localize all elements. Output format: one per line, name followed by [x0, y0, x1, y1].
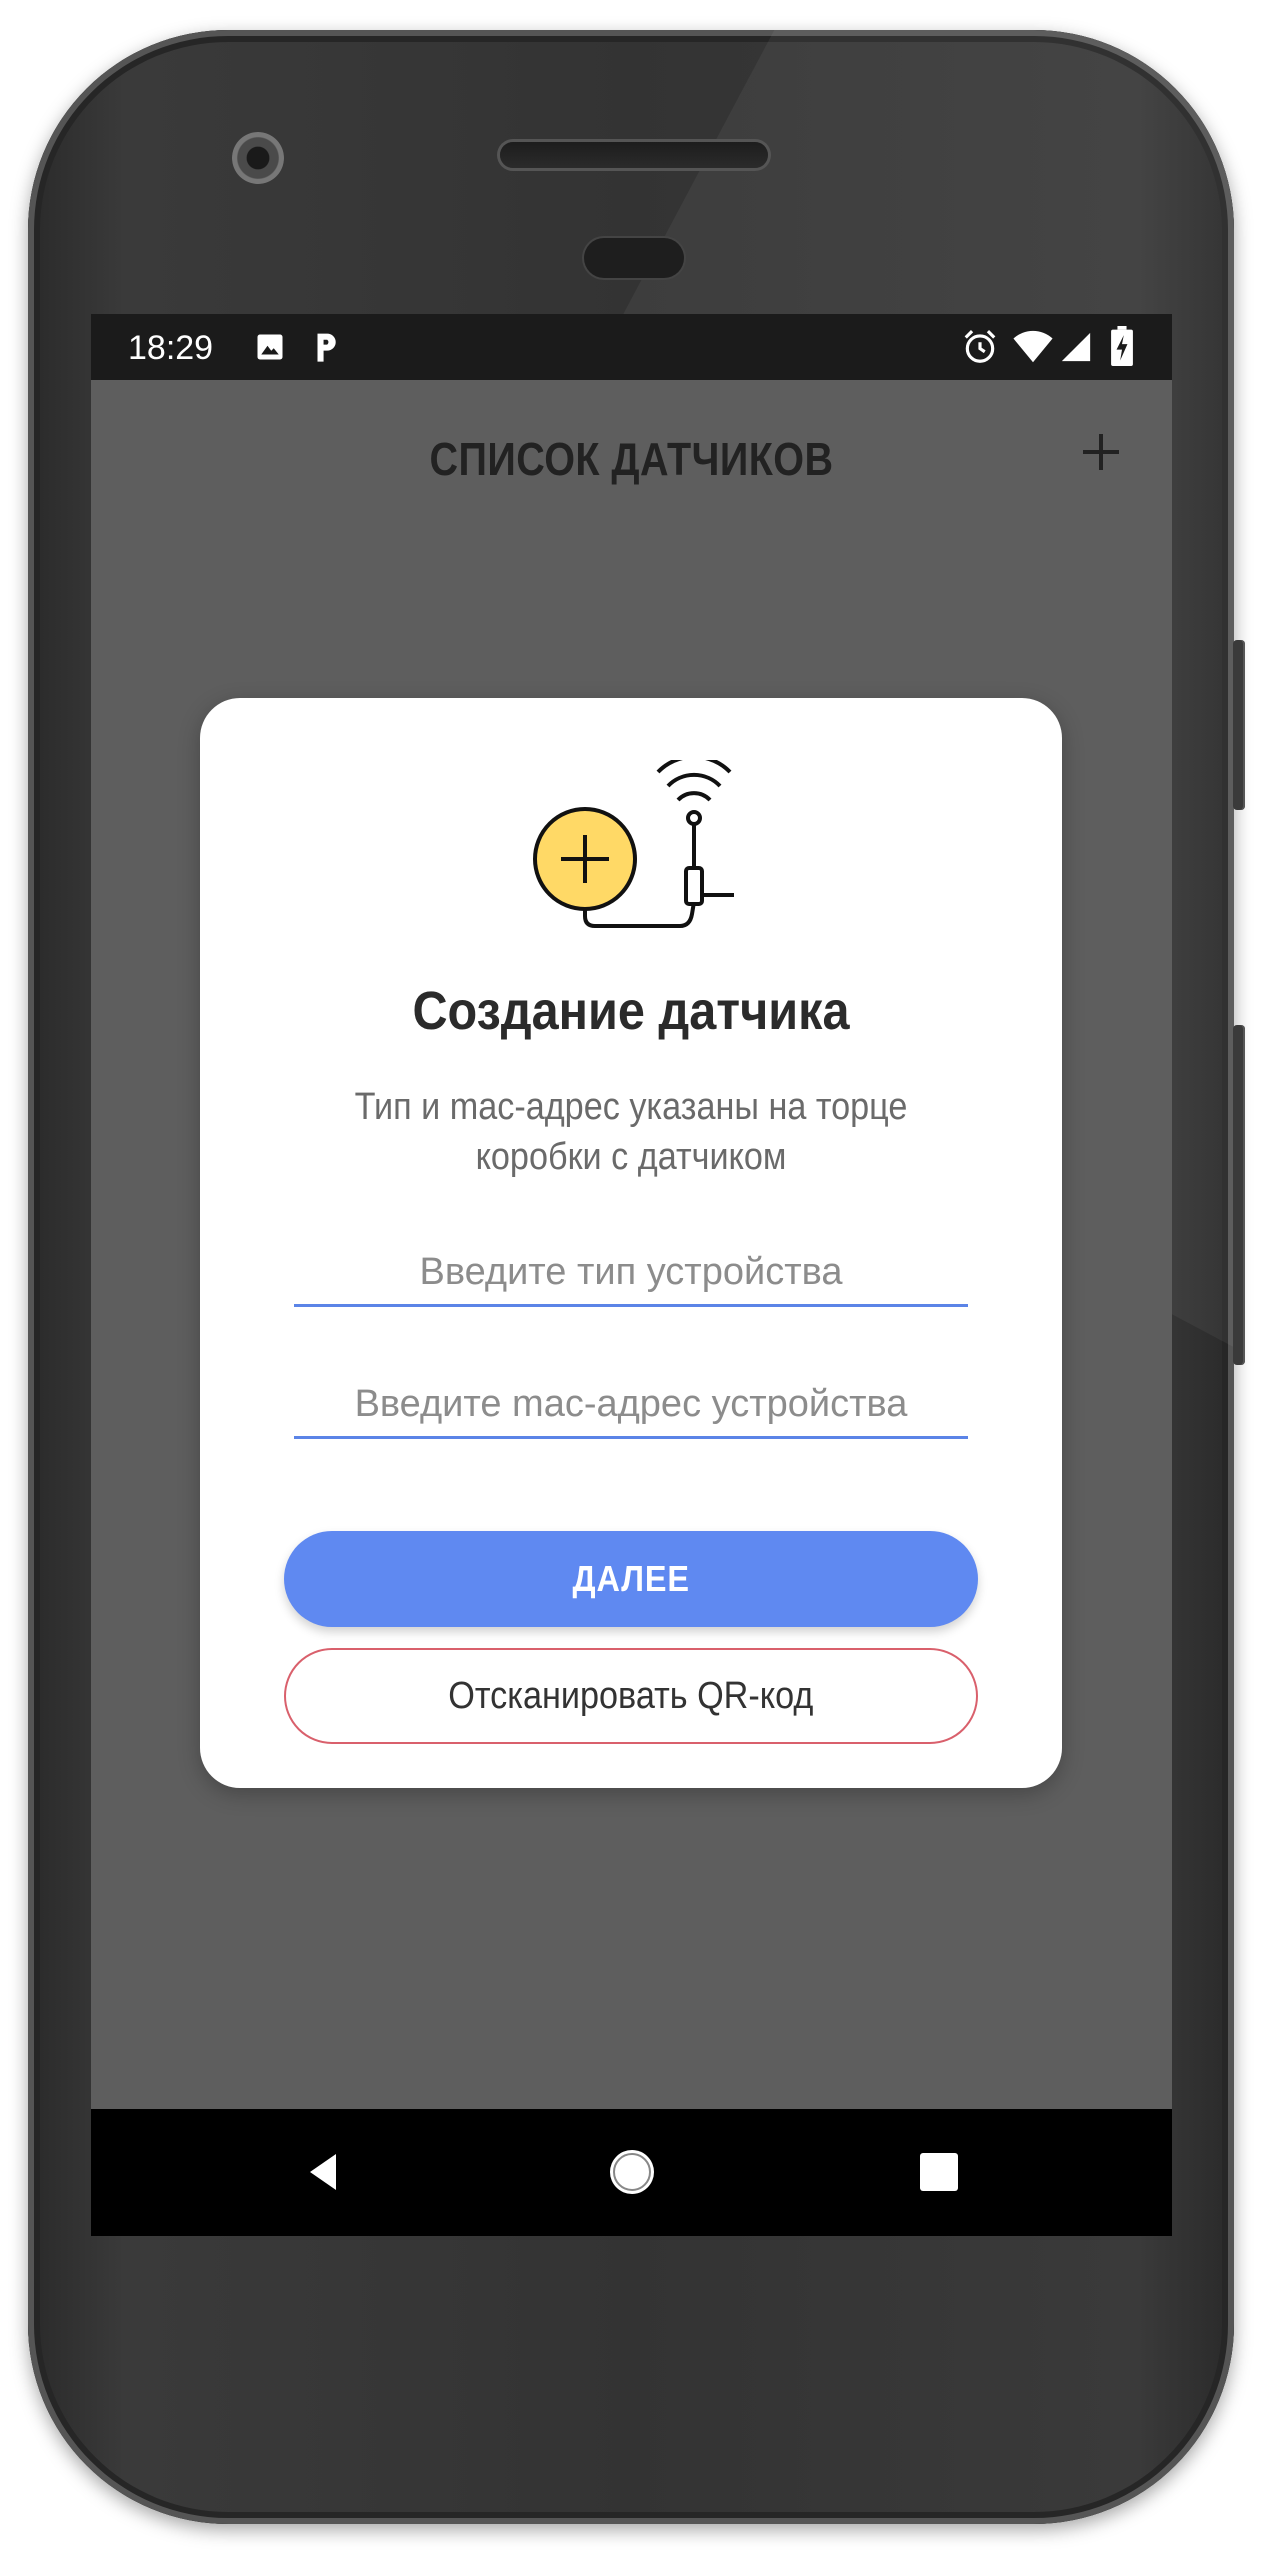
dialog-title: Создание датчика — [412, 981, 850, 1041]
back-icon[interactable] — [296, 2142, 356, 2202]
alarm-icon — [964, 330, 996, 363]
scan-qr-button-label: Отсканировать QR-код — [448, 1674, 814, 1717]
mac-address-input[interactable] — [294, 1372, 968, 1439]
next-button[interactable]: ДАЛЕЕ — [284, 1531, 978, 1627]
scan-qr-button[interactable]: Отсканировать QR-код — [284, 1648, 978, 1744]
image-icon — [257, 334, 283, 360]
navigation-bar — [91, 2109, 1172, 2236]
front-camera — [232, 132, 284, 184]
recents-icon[interactable] — [909, 2142, 969, 2202]
battery-charging-icon — [1111, 326, 1133, 366]
app-header: СПИСОК ДАТЧИКОВ — [91, 380, 1172, 530]
create-sensor-dialog: Создание датчика Тип и mac-адрес указаны… — [200, 698, 1062, 1788]
add-sensor-icon — [533, 760, 734, 928]
next-button-label: ДАЛЕЕ — [572, 1558, 690, 1599]
parking-icon — [317, 333, 336, 362]
add-sensor-button[interactable] — [1071, 422, 1131, 482]
volume-button — [1233, 1025, 1245, 1365]
power-button — [1233, 640, 1245, 810]
dialog-subtitle: Тип и mac-адрес указаны на торце коробки… — [354, 1086, 908, 1178]
proximity-sensor — [584, 238, 684, 278]
page-title: СПИСОК ДАТЧИКОВ — [429, 433, 834, 485]
device-screen: 18:29 СПИСОК ДАТЧИКОВ Создание датчика Т… — [91, 314, 1172, 2236]
status-time: 18:29 — [128, 329, 214, 367]
plus-icon — [1083, 434, 1119, 470]
signal-icon — [1061, 332, 1091, 362]
device-type-input[interactable] — [294, 1240, 968, 1307]
home-icon[interactable] — [602, 2142, 662, 2202]
earpiece-speaker — [500, 142, 768, 168]
wifi-icon — [1013, 330, 1053, 363]
status-bar: 18:29 — [91, 314, 1172, 380]
